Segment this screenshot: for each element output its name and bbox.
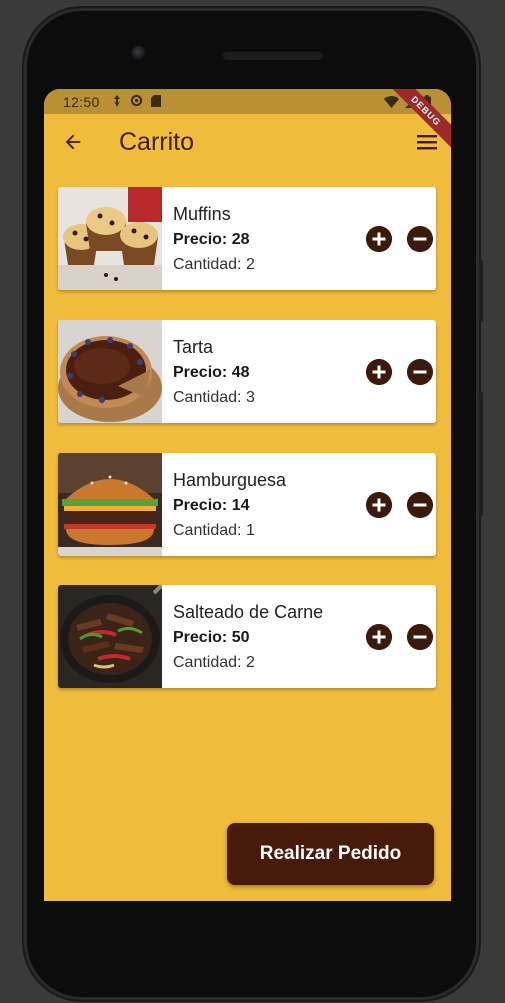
remove-quantity-button[interactable] — [407, 624, 433, 650]
cart-item-card: Muffins Precio: 28 Cantidad: 2 — [58, 187, 436, 290]
cart-item-card: Hamburguesa Precio: 14 Cantidad: 1 — [58, 453, 436, 556]
volume-button — [479, 260, 483, 322]
item-quantity: Cantidad: 2 — [173, 654, 255, 671]
item-quantity: Cantidad: 1 — [173, 522, 255, 539]
remove-quantity-button[interactable] — [407, 226, 433, 252]
remove-quantity-button[interactable] — [407, 492, 433, 518]
power-button — [479, 392, 483, 516]
add-quantity-button[interactable] — [366, 624, 392, 650]
app-bar: Carrito — [44, 114, 451, 170]
item-name: Salteado de Carne — [173, 602, 324, 622]
item-price: Precio: 14 — [173, 497, 250, 514]
front-camera — [132, 46, 146, 60]
status-time: 12:50 — [63, 94, 100, 110]
remove-quantity-button[interactable] — [407, 359, 433, 385]
item-name: Tarta — [173, 337, 214, 357]
earpiece-speaker — [222, 50, 324, 60]
item-name: Hamburguesa — [173, 470, 287, 490]
add-quantity-button[interactable] — [366, 226, 392, 252]
place-order-button[interactable]: Realizar Pedido — [227, 823, 434, 885]
settings-icon — [130, 94, 143, 107]
status-notification-icons — [112, 94, 161, 107]
add-quantity-button[interactable] — [366, 492, 392, 518]
item-price: Precio: 50 — [173, 629, 250, 646]
menu-icon[interactable] — [417, 134, 437, 150]
data-saver-icon — [114, 94, 120, 107]
item-quantity: Cantidad: 3 — [173, 389, 255, 406]
status-bar: 12:50 DEBUG — [44, 89, 451, 156]
hamburger-image — [58, 453, 162, 556]
muffins-image — [58, 187, 162, 290]
arrow-back-icon[interactable] — [62, 131, 84, 153]
item-price: Precio: 48 — [173, 364, 250, 381]
add-quantity-button[interactable] — [366, 359, 392, 385]
cart-item-card: Tarta Precio: 48 Cantidad: 3 — [58, 320, 436, 423]
stir-fry-image — [58, 585, 162, 688]
item-price: Precio: 28 — [173, 231, 250, 248]
tart-image — [58, 320, 162, 423]
sd-card-icon — [151, 94, 161, 107]
app-screen: 12:50 DEBUG Carrito Muffins Precio: 28 C… — [44, 89, 451, 901]
wifi-icon — [384, 95, 399, 108]
item-quantity: Cantidad: 2 — [173, 256, 255, 273]
page-title: Carrito — [119, 128, 195, 156]
cart-item-card: Salteado de Carne Precio: 50 Cantidad: 2 — [58, 585, 436, 688]
item-name: Muffins — [173, 204, 231, 224]
